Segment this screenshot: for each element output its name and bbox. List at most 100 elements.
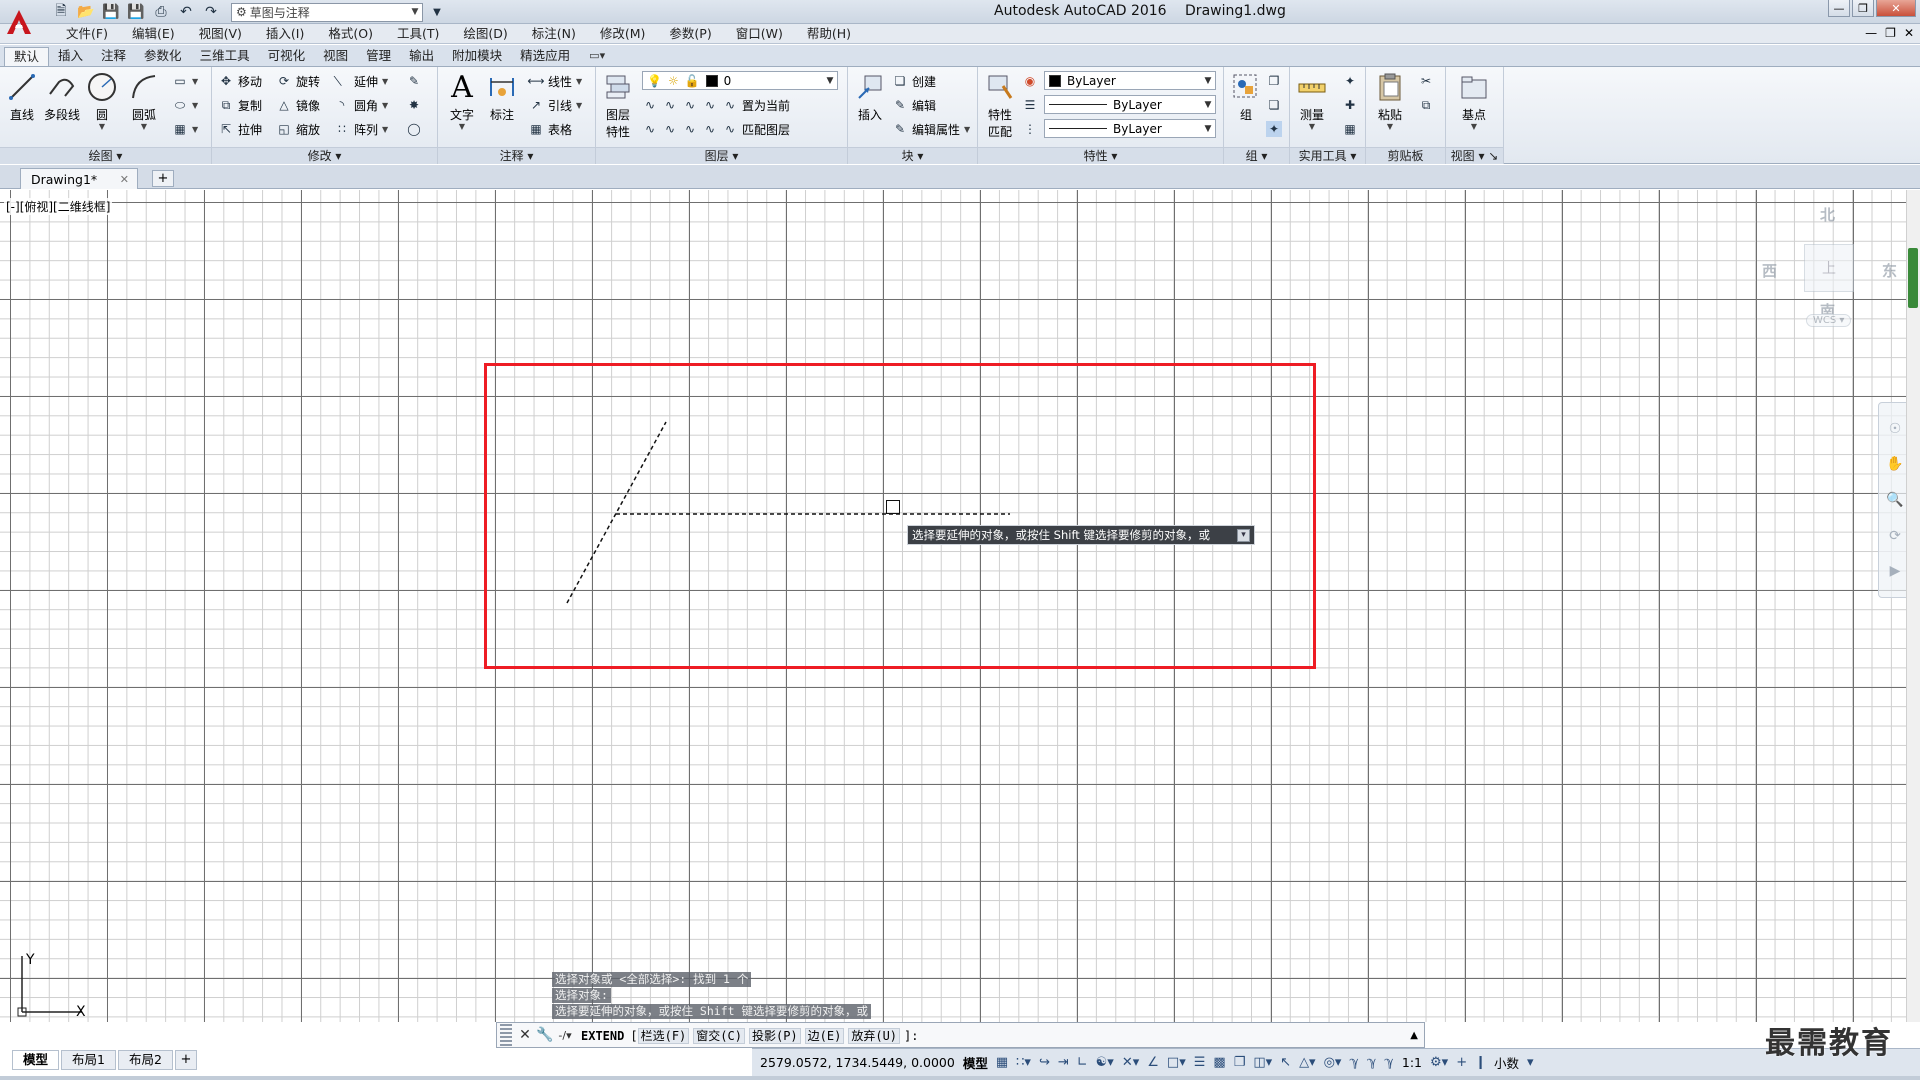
zoom-icon[interactable]: 🔍 [1886, 492, 1903, 508]
command-option[interactable]: 栏选(F) [637, 1027, 690, 1044]
gizmo-icon[interactable]: ◎▾ [1324, 1055, 1342, 1070]
groups-panel-title[interactable]: 组 ▾ [1224, 147, 1289, 164]
scrollbar-thumb[interactable] [1908, 248, 1918, 308]
doc-close-button[interactable]: ✕ [1904, 26, 1914, 40]
ribbon-tab-8[interactable]: 输出 [400, 47, 443, 66]
linetype-select[interactable]: ByLayer ▼ [1044, 95, 1216, 114]
customize-qat-icon[interactable]: ▼ [426, 2, 448, 22]
layer-off-icon[interactable]: ∿ [642, 97, 658, 113]
layer-properties-tool[interactable]: 图层 特性 [598, 70, 638, 140]
close-tab-icon[interactable]: ✕ [120, 173, 129, 186]
view-panel-title[interactable]: 视图 ▾ ↘ [1446, 147, 1503, 164]
group-select-tool[interactable]: ✦ [1266, 119, 1282, 139]
tooltip-expand-icon[interactable]: ▾ [1237, 529, 1250, 542]
command-option[interactable]: 投影(P) [748, 1027, 801, 1044]
new-file-icon[interactable]: 🗎 [50, 2, 72, 22]
restore-button[interactable]: ❐ [1852, 0, 1874, 17]
edit-attr-tool[interactable]: ✎ 编辑属性 ▼ [892, 119, 970, 139]
menu-item-1[interactable]: 编辑(E) [120, 26, 187, 42]
menu-item-5[interactable]: 工具(T) [385, 26, 451, 42]
linetype-tool[interactable]: ⋮ [1022, 119, 1038, 139]
menu-item-0[interactable]: 文件(F) [54, 26, 120, 42]
color-select[interactable]: ByLayer ▼ [1044, 71, 1216, 90]
dynamic-ucs-icon[interactable]: ↖ [1280, 1055, 1291, 1070]
insert-block-tool[interactable]: 插入 [850, 70, 890, 123]
layer-unlock-icon[interactable]: ∿ [702, 121, 718, 137]
mirror-tool[interactable]: △ 镜像 [276, 95, 320, 115]
open-folder-icon[interactable]: 📂 [75, 2, 97, 22]
add-layout-button[interactable]: + [174, 1050, 197, 1070]
utilities-panel-title[interactable]: 实用工具 ▾ [1290, 147, 1365, 164]
ribbon-tab-6[interactable]: 视图 [314, 47, 357, 66]
workspace-select[interactable]: ⚙ 草图与注释 ▼ [231, 2, 423, 22]
drawing-canvas[interactable]: [-][俯视][二维线框] 选择要延伸的对象，或按住 Shift 键选择要修剪的… [0, 190, 1920, 1022]
ribbon-tab-2[interactable]: 注释 [92, 47, 135, 66]
annotation-scale-value[interactable]: 1:1 [1402, 1055, 1422, 1070]
ribbon-tab-9[interactable]: 附加模块 [443, 47, 511, 66]
ribbon-tab-4[interactable]: 三维工具 [191, 47, 259, 66]
isometric-draft-icon[interactable]: ✕▾ [1122, 1055, 1139, 1070]
erase-tool[interactable]: ✎ [406, 71, 422, 91]
units-select[interactable]: 小数 [1494, 1053, 1519, 1072]
annotation-panel-title[interactable]: 注释 ▾ [438, 147, 595, 164]
match-layer-label[interactable]: 匹配图层 [742, 121, 790, 138]
menu-item-3[interactable]: 插入(I) [254, 26, 316, 42]
settings-gear-icon[interactable]: ⚙▾ [1430, 1055, 1448, 1070]
save-as-icon[interactable]: 💾 [125, 2, 147, 22]
layer-thaw-icon[interactable]: ∿ [682, 121, 698, 137]
create-block-tool[interactable]: ❏ 创建 [892, 71, 936, 91]
menu-item-2[interactable]: 视图(V) [187, 26, 254, 42]
selection-cycling-icon[interactable]: ❐ [1234, 1055, 1246, 1070]
layout-tab-1[interactable]: 布局1 [61, 1050, 116, 1070]
edit-block-tool[interactable]: ✎ 编辑 [892, 95, 936, 115]
arc-tool[interactable]: 圆弧 ▼ [124, 70, 164, 131]
3d-object-snap-icon[interactable]: ◫▾ [1253, 1055, 1272, 1070]
menu-item-11[interactable]: 帮助(H) [795, 26, 863, 42]
file-tab-drawing1[interactable]: Drawing1* ✕ [20, 168, 138, 189]
ribbon-minimize-icon[interactable]: ▭▾ [589, 47, 605, 66]
group-edit-tool[interactable]: ❏ [1266, 95, 1282, 115]
ribbon-tab-7[interactable]: 管理 [357, 47, 400, 66]
ortho-toggle-icon[interactable]: ∟ [1077, 1055, 1088, 1070]
pan-icon[interactable]: ✋ [1886, 456, 1903, 472]
ribbon-tab-5[interactable]: 可视化 [259, 47, 315, 66]
application-menu-button[interactable] [0, 0, 38, 44]
doc-restore-button[interactable]: ❐ [1885, 26, 1896, 40]
explode-tool[interactable]: ✸ [406, 95, 422, 115]
array-tool[interactable]: ∷ 阵列 ▼ [334, 119, 388, 139]
lineweight-select[interactable]: ByLayer ▼ [1044, 119, 1216, 138]
lineweight-tool[interactable]: ☰ [1022, 95, 1038, 115]
extend-tool[interactable]: ⃥ 延伸▼ [334, 71, 388, 91]
text-tool[interactable]: A 文字 ▼ [442, 70, 482, 131]
close-button[interactable]: ✕ [1876, 0, 1916, 17]
fillet-tool[interactable]: ◝ 圆角 ▼ [334, 95, 389, 115]
stretch-tool[interactable]: ⇱ 拉伸 [218, 119, 262, 139]
menu-item-10[interactable]: 窗口(W) [724, 26, 795, 42]
object-snap-icon[interactable]: □▾ [1167, 1055, 1186, 1070]
auto-scale-icon[interactable]: ℽ [1367, 1055, 1376, 1070]
dimension-tool[interactable]: 标注 [482, 70, 522, 123]
steering-wheel-icon[interactable]: ☉ [1889, 421, 1902, 437]
annotation-visibility-icon[interactable]: ℽ [1349, 1055, 1358, 1070]
viewcube[interactable]: 北 西 东 南 上 WCS ▾ [1756, 204, 1897, 354]
doc-minimize-button[interactable]: — [1865, 26, 1877, 40]
orbit-icon[interactable]: ⟳ [1889, 528, 1901, 544]
circle-tool[interactable]: 圆 ▼ [82, 70, 122, 131]
print-icon[interactable]: ⎙ [150, 2, 172, 22]
clipboard-panel-title[interactable]: 剪贴板 [1366, 147, 1445, 164]
cut-tool[interactable]: ✂ [1418, 71, 1434, 91]
offset-tool[interactable]: ◯ [406, 119, 422, 139]
group-tool[interactable]: 组 [1226, 70, 1266, 123]
hatch-tool[interactable]: ▦ ▼ [172, 119, 198, 139]
layout-tab-2[interactable]: 布局2 [117, 1050, 173, 1070]
draw-panel-title[interactable]: 绘图 ▾ [0, 147, 211, 164]
modify-panel-title[interactable]: 修改 ▾ [212, 147, 437, 164]
polar-tracking-icon[interactable]: ☯▾ [1096, 1055, 1114, 1070]
layer-unisolate-icon[interactable]: ∿ [662, 121, 678, 137]
cursor-coordinates[interactable]: 2579.0572, 1734.5449, 0.0000 [760, 1055, 955, 1070]
undo-icon[interactable]: ↶ [175, 2, 197, 22]
table-tool[interactable]: ▦ 表格 [528, 119, 572, 139]
save-icon[interactable]: 💾 [100, 2, 122, 22]
units-dropdown-icon[interactable]: ▾ [1527, 1055, 1534, 1070]
layer-select[interactable]: 💡 ☼ 🔓 0 ▼ [642, 71, 838, 90]
